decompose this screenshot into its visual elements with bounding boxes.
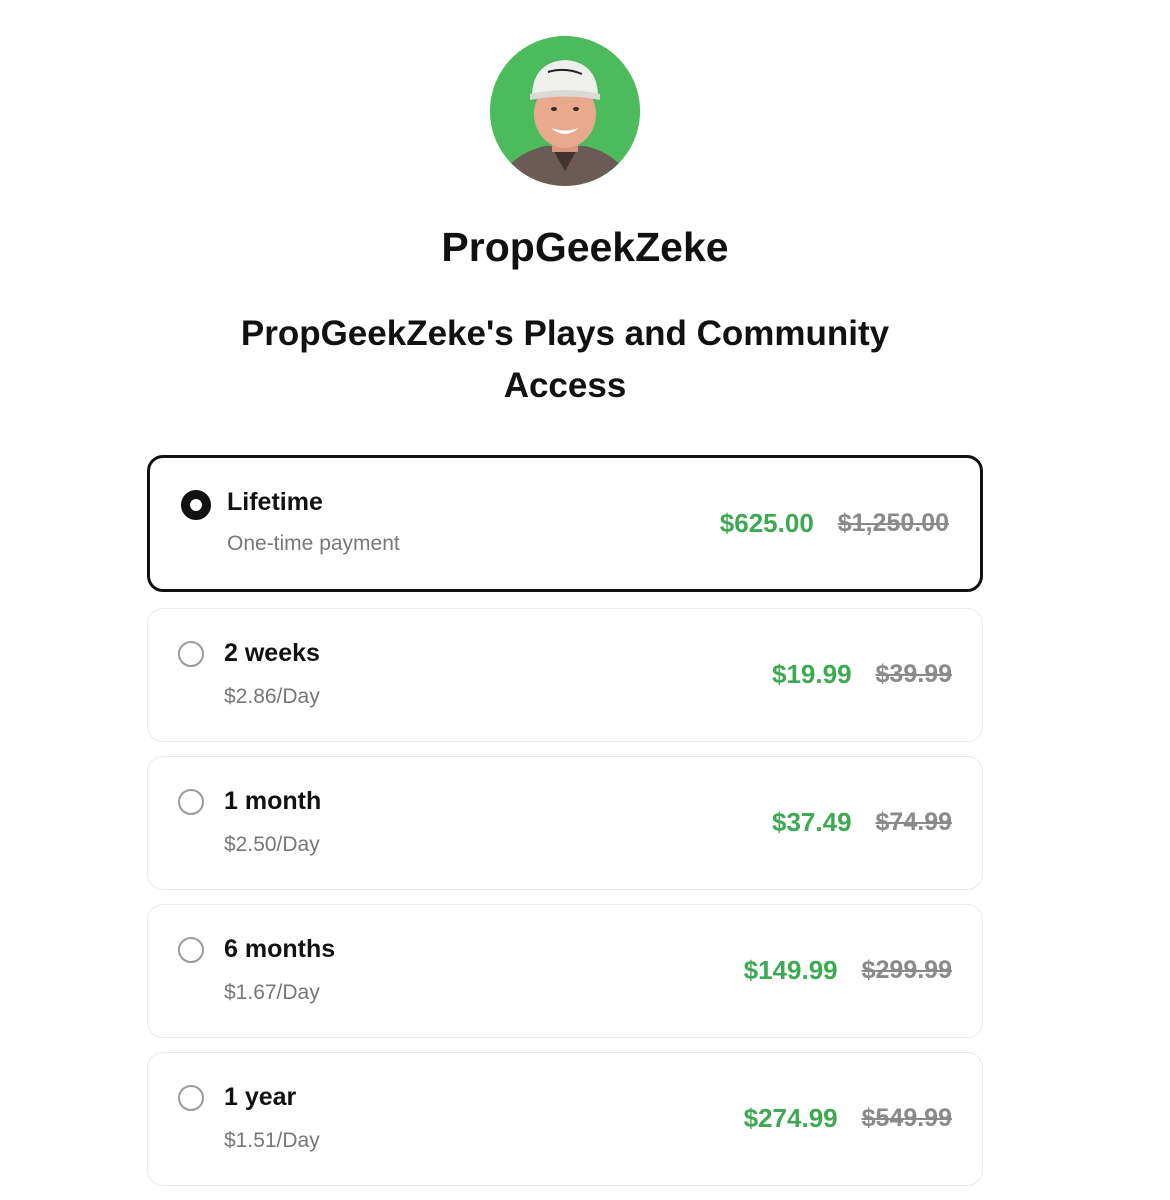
- product-title: PropGeekZeke's Plays and Community Acces…: [240, 314, 890, 405]
- avatar: [490, 36, 640, 186]
- plan-pricing: $274.99 $549.99: [744, 1101, 952, 1135]
- plan-original-price: $549.99: [861, 1104, 952, 1132]
- radio-unselected-icon[interactable]: [178, 1085, 204, 1111]
- plan-option-1-month[interactable]: 1 month $2.50/Day $37.49 $74.99: [147, 756, 983, 890]
- plan-subtext: $2.50/Day: [224, 833, 320, 856]
- plan-original-price: $299.99: [861, 956, 952, 984]
- plan-price: $625.00: [719, 508, 814, 538]
- plan-subtext: One-time payment: [227, 532, 400, 555]
- plan-price: $19.99: [772, 659, 852, 689]
- plan-price: $149.99: [743, 955, 838, 985]
- plan-price: $274.99: [743, 1103, 838, 1133]
- plan-original-price: $74.99: [875, 808, 952, 836]
- plan-option-2-weeks[interactable]: 2 weeks $2.86/Day $19.99 $39.99: [147, 608, 983, 742]
- plan-name: 2 weeks: [224, 639, 320, 667]
- plan-pricing: $19.99 $39.99: [772, 657, 952, 691]
- plan-name: Lifetime: [227, 488, 323, 516]
- plan-name: 6 months: [224, 935, 336, 963]
- plan-pricing: $149.99 $299.99: [744, 953, 952, 987]
- plan-original-price: $1,250.00: [837, 509, 949, 537]
- radio-unselected-icon[interactable]: [178, 789, 204, 815]
- radio-selected-icon[interactable]: [181, 490, 211, 520]
- creator-name: PropGeekZeke: [441, 224, 729, 270]
- plan-subtext: $1.67/Day: [224, 981, 320, 1004]
- plan-option-lifetime[interactable]: Lifetime One-time payment $625.00 $1,250…: [147, 455, 983, 592]
- plan-subtext: $2.86/Day: [224, 685, 320, 708]
- plan-price: $37.49: [772, 807, 852, 837]
- plan-option-6-months[interactable]: 6 months $1.67/Day $149.99 $299.99: [147, 904, 983, 1038]
- radio-unselected-icon[interactable]: [178, 641, 204, 667]
- plan-original-price: $39.99: [875, 660, 952, 688]
- plan-name: 1 year: [224, 1083, 297, 1111]
- radio-unselected-icon[interactable]: [178, 937, 204, 963]
- plan-name: 1 month: [224, 787, 322, 815]
- plan-pricing: $37.49 $74.99: [772, 805, 952, 839]
- avatar-image: [490, 36, 640, 186]
- plan-pricing: $625.00 $1,250.00: [720, 506, 949, 540]
- plan-option-1-year[interactable]: 1 year $1.51/Day $274.99 $549.99: [147, 1052, 983, 1186]
- plan-subtext: $1.51/Day: [224, 1129, 320, 1152]
- plan-list: Lifetime One-time payment $625.00 $1,250…: [147, 455, 983, 1200]
